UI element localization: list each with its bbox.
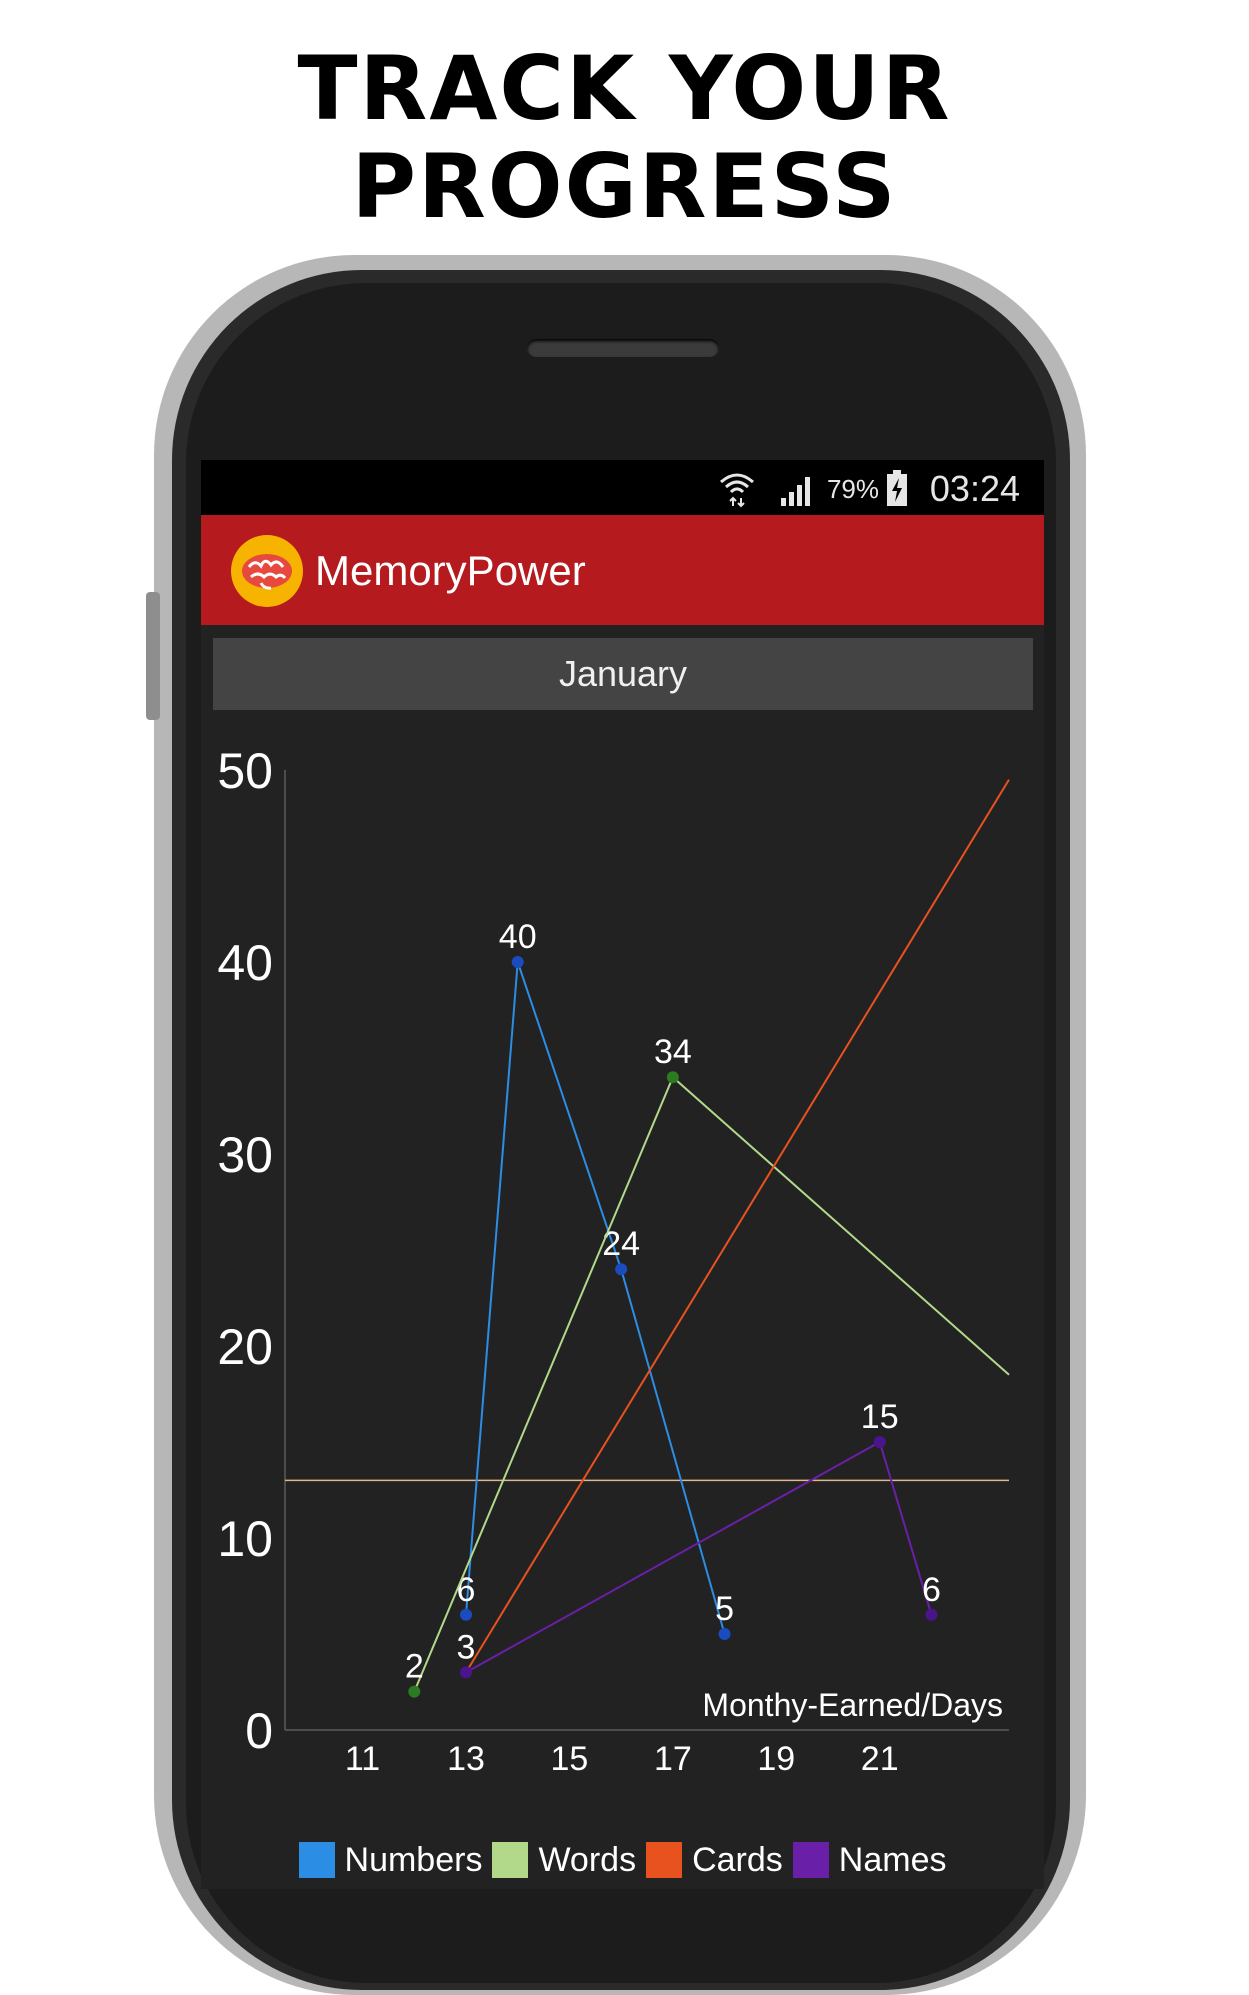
x-tick-label: 17 bbox=[654, 1740, 692, 1778]
y-tick-label: 20 bbox=[217, 1319, 273, 1375]
data-point-names bbox=[925, 1608, 938, 1621]
legend-label-words: Words bbox=[538, 1840, 637, 1879]
data-label-numbers: 5 bbox=[715, 1590, 734, 1628]
app-title: MemoryPower bbox=[315, 547, 586, 594]
data-label-names: 3 bbox=[457, 1628, 476, 1666]
legend-swatch-cards bbox=[646, 1842, 683, 1878]
data-label-numbers: 6 bbox=[457, 1571, 476, 1609]
legend-label-cards: Cards bbox=[692, 1840, 783, 1879]
data-point-names bbox=[873, 1436, 886, 1448]
app-bar: MemoryPower bbox=[201, 515, 1044, 625]
signal-icon bbox=[781, 477, 810, 506]
data-label-names: 6 bbox=[922, 1571, 941, 1609]
data-point-numbers bbox=[718, 1628, 731, 1640]
status-time: 03:24 bbox=[929, 468, 1020, 509]
headline-line-1: TRACK YOUR bbox=[297, 37, 952, 140]
x-tick-label: 19 bbox=[757, 1740, 795, 1778]
legend-swatch-numbers bbox=[298, 1842, 335, 1878]
y-tick-label: 50 bbox=[217, 743, 273, 799]
x-tick-label: 21 bbox=[861, 1740, 899, 1778]
legend-item-words: Words bbox=[492, 1841, 636, 1880]
series-line-cards bbox=[465, 779, 1010, 1673]
data-label-words: 34 bbox=[654, 1033, 692, 1071]
data-point-numbers bbox=[460, 1608, 472, 1621]
x-axis-title: Monthy-Earned/Days bbox=[702, 1687, 1003, 1723]
phone-side-button bbox=[146, 592, 160, 720]
headline: TRACK YOUR PROGRESS bbox=[0, 40, 1249, 236]
x-tick-label: 13 bbox=[447, 1740, 485, 1778]
battery-charging-icon bbox=[887, 470, 907, 506]
brain-logo-icon[interactable] bbox=[231, 535, 303, 607]
phone-speaker bbox=[527, 339, 719, 357]
y-tick-label: 0 bbox=[245, 1703, 273, 1759]
data-label-numbers: 40 bbox=[499, 918, 537, 956]
legend-swatch-words bbox=[492, 1842, 529, 1878]
wifi-icon bbox=[720, 473, 754, 508]
y-tick-label: 30 bbox=[217, 1127, 273, 1183]
headline-line-2: PROGRESS bbox=[351, 135, 898, 238]
legend-label-names: Names bbox=[838, 1840, 947, 1879]
data-label-names: 15 bbox=[861, 1398, 899, 1436]
legend-swatch-names bbox=[792, 1842, 829, 1878]
progress-line-chart: 0102030405011 13 15 17 19 216402452343156Mont… bbox=[217, 743, 1010, 1778]
legend-item-names: Names bbox=[792, 1840, 947, 1880]
data-point-words bbox=[666, 1071, 679, 1084]
phone-screen: 79% 03:24 MemoryPower January 0 10 20 30 40 5… bbox=[201, 460, 1044, 1889]
status-bar: 79% 03:24 bbox=[201, 460, 1044, 515]
data-point-names bbox=[460, 1666, 472, 1679]
battery-percent: 79% bbox=[826, 474, 879, 504]
x-tick-label: 15 bbox=[551, 1740, 589, 1778]
legend-label-numbers: Numbers bbox=[344, 1840, 483, 1879]
data-label-words: 2 bbox=[405, 1648, 424, 1686]
legend-item-cards: Cards bbox=[646, 1841, 783, 1880]
month-selector[interactable]: January bbox=[213, 638, 1033, 710]
y-tick-label: 10 bbox=[217, 1511, 273, 1567]
legend-item-numbers: Numbers bbox=[298, 1840, 483, 1880]
series-line-words bbox=[413, 1075, 1010, 1692]
data-point-words bbox=[408, 1685, 421, 1698]
data-point-numbers bbox=[511, 956, 524, 968]
chart-legend: Numbers Words Cards Names bbox=[201, 1840, 1044, 1880]
x-tick-label: 11 bbox=[345, 1740, 380, 1778]
data-point-numbers bbox=[615, 1263, 628, 1276]
y-tick-label: 40 bbox=[217, 935, 273, 991]
